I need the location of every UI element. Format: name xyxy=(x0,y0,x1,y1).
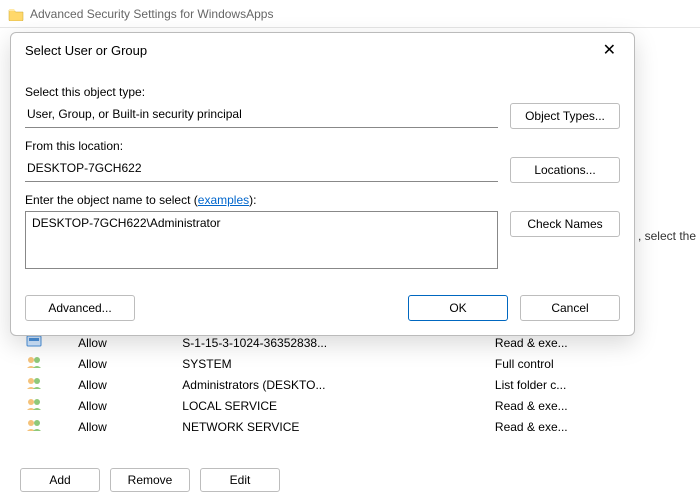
object-type-label: Select this object type: xyxy=(25,85,620,99)
entry-principal: NETWORK SERVICE xyxy=(176,416,489,437)
entry-principal: SYSTEM xyxy=(176,353,489,374)
name-label-post: ): xyxy=(249,193,256,207)
location-field: DESKTOP-7GCH622 xyxy=(25,157,498,182)
entry-type: Allow xyxy=(72,353,176,374)
parent-title: Advanced Security Settings for WindowsAp… xyxy=(30,7,273,21)
table-row[interactable]: AllowLOCAL SERVICERead & exe... xyxy=(20,395,680,416)
name-label-pre: Enter the object name to select ( xyxy=(25,193,198,207)
cancel-button[interactable]: Cancel xyxy=(520,295,620,321)
advanced-button[interactable]: Advanced... xyxy=(25,295,135,321)
locations-button[interactable]: Locations... xyxy=(510,157,620,183)
entry-type: Allow xyxy=(72,374,176,395)
object-name-label: Enter the object name to select (example… xyxy=(25,193,620,207)
permission-entries: AllowS-1-15-3-1024-36352838...Read & exe… xyxy=(20,332,680,437)
ok-button[interactable]: OK xyxy=(408,295,508,321)
select-user-dialog: Select User or Group ✕ Select this objec… xyxy=(10,32,635,336)
examples-link[interactable]: examples xyxy=(198,193,249,207)
table-row[interactable]: AllowSYSTEMFull control xyxy=(20,353,680,374)
dialog-titlebar: Select User or Group ✕ xyxy=(11,33,634,67)
principal-icon xyxy=(26,334,44,348)
edit-button[interactable]: Edit xyxy=(200,468,280,492)
parent-titlebar: Advanced Security Settings for WindowsAp… xyxy=(0,0,700,28)
location-label: From this location: xyxy=(25,139,620,153)
dialog-title: Select User or Group xyxy=(25,43,147,58)
folder-icon xyxy=(8,7,24,21)
entry-principal: LOCAL SERVICE xyxy=(176,395,489,416)
remove-button[interactable]: Remove xyxy=(110,468,190,492)
principal-icon xyxy=(26,418,44,432)
dialog-footer: Advanced... OK Cancel xyxy=(25,295,620,321)
entry-type: Allow xyxy=(72,395,176,416)
principal-icon xyxy=(26,397,44,411)
object-name-input[interactable] xyxy=(25,211,498,269)
table-row[interactable]: AllowNETWORK SERVICERead & exe... xyxy=(20,416,680,437)
entry-access: List folder c... xyxy=(489,374,680,395)
table-row[interactable]: AllowAdministrators (DESKTO...List folde… xyxy=(20,374,680,395)
entry-access: Read & exe... xyxy=(489,416,680,437)
entry-principal: Administrators (DESKTO... xyxy=(176,374,489,395)
object-type-field: User, Group, or Built-in security princi… xyxy=(25,103,498,128)
check-names-button[interactable]: Check Names xyxy=(510,211,620,237)
entry-access: Full control xyxy=(489,353,680,374)
entry-access: Read & exe... xyxy=(489,395,680,416)
background-text: , select the xyxy=(638,229,696,243)
add-button[interactable]: Add xyxy=(20,468,100,492)
entry-type: Allow xyxy=(72,416,176,437)
close-icon[interactable]: ✕ xyxy=(595,36,624,64)
entries-table: AllowS-1-15-3-1024-36352838...Read & exe… xyxy=(20,332,680,437)
principal-icon xyxy=(26,355,44,369)
entries-buttons: Add Remove Edit xyxy=(20,468,280,492)
dialog-body: Select this object type: User, Group, or… xyxy=(11,67,634,335)
object-types-button[interactable]: Object Types... xyxy=(510,103,620,129)
principal-icon xyxy=(26,376,44,390)
